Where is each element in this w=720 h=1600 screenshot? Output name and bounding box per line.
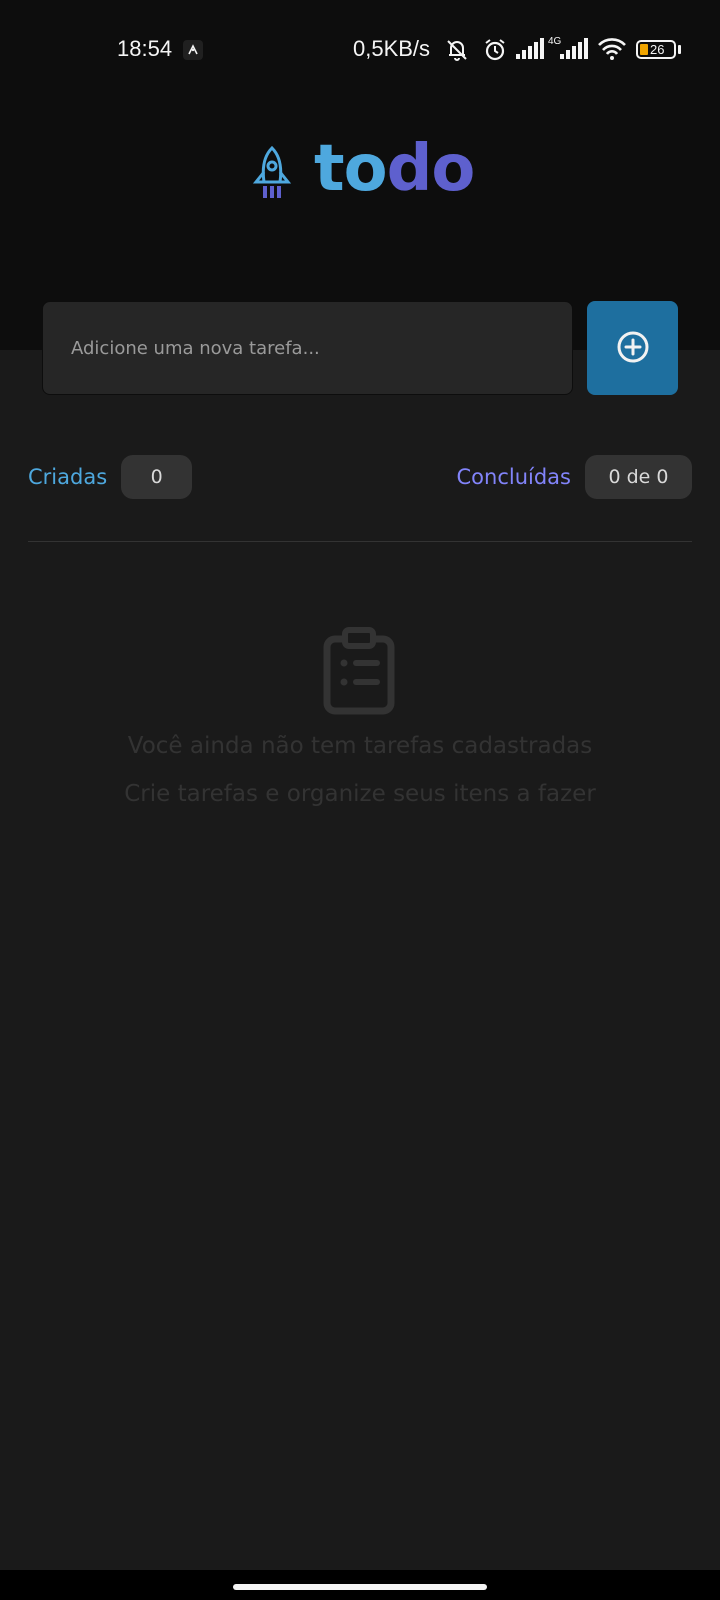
- clipboard-icon: [323, 627, 397, 721]
- battery-icon: 26: [636, 40, 676, 59]
- status-bar: 18:54 0,5KB/s 4G 26: [0, 0, 720, 90]
- new-task-input[interactable]: [42, 301, 573, 395]
- battery-level: 26: [650, 42, 665, 57]
- done-count-badge: 0 de 0: [585, 455, 692, 499]
- empty-state-subtitle: Crie tarefas e organize seus itens a faz…: [124, 781, 596, 807]
- logo-text: todo: [314, 132, 476, 206]
- signal-icon: [516, 37, 546, 65]
- done-counter: Concluídas 0 de 0: [456, 454, 692, 500]
- status-time: 18:54: [117, 36, 173, 61]
- app-notification-icon: [183, 40, 203, 60]
- divider: [28, 541, 692, 542]
- signal-icon: [560, 37, 590, 65]
- created-counter: Criadas 0: [28, 454, 193, 500]
- empty-state-title: Você ainda não tem tarefas cadastradas: [127, 733, 593, 759]
- alarm-icon: [482, 37, 508, 67]
- app-logo: todo: [252, 132, 482, 210]
- done-label: Concluídas: [456, 465, 572, 489]
- network-speed: 0,5KB/s: [353, 36, 431, 61]
- plus-circle-icon: [616, 330, 650, 367]
- bell-muted-icon: [444, 37, 470, 67]
- rocket-icon: [252, 145, 292, 210]
- logo-text-to: to: [314, 132, 388, 206]
- add-task-button[interactable]: [587, 301, 678, 395]
- wifi-icon: [597, 37, 627, 65]
- home-indicator[interactable]: [233, 1584, 487, 1590]
- logo-text-do: do: [386, 132, 476, 206]
- created-count-badge: 0: [121, 455, 193, 499]
- created-label: Criadas: [28, 465, 108, 489]
